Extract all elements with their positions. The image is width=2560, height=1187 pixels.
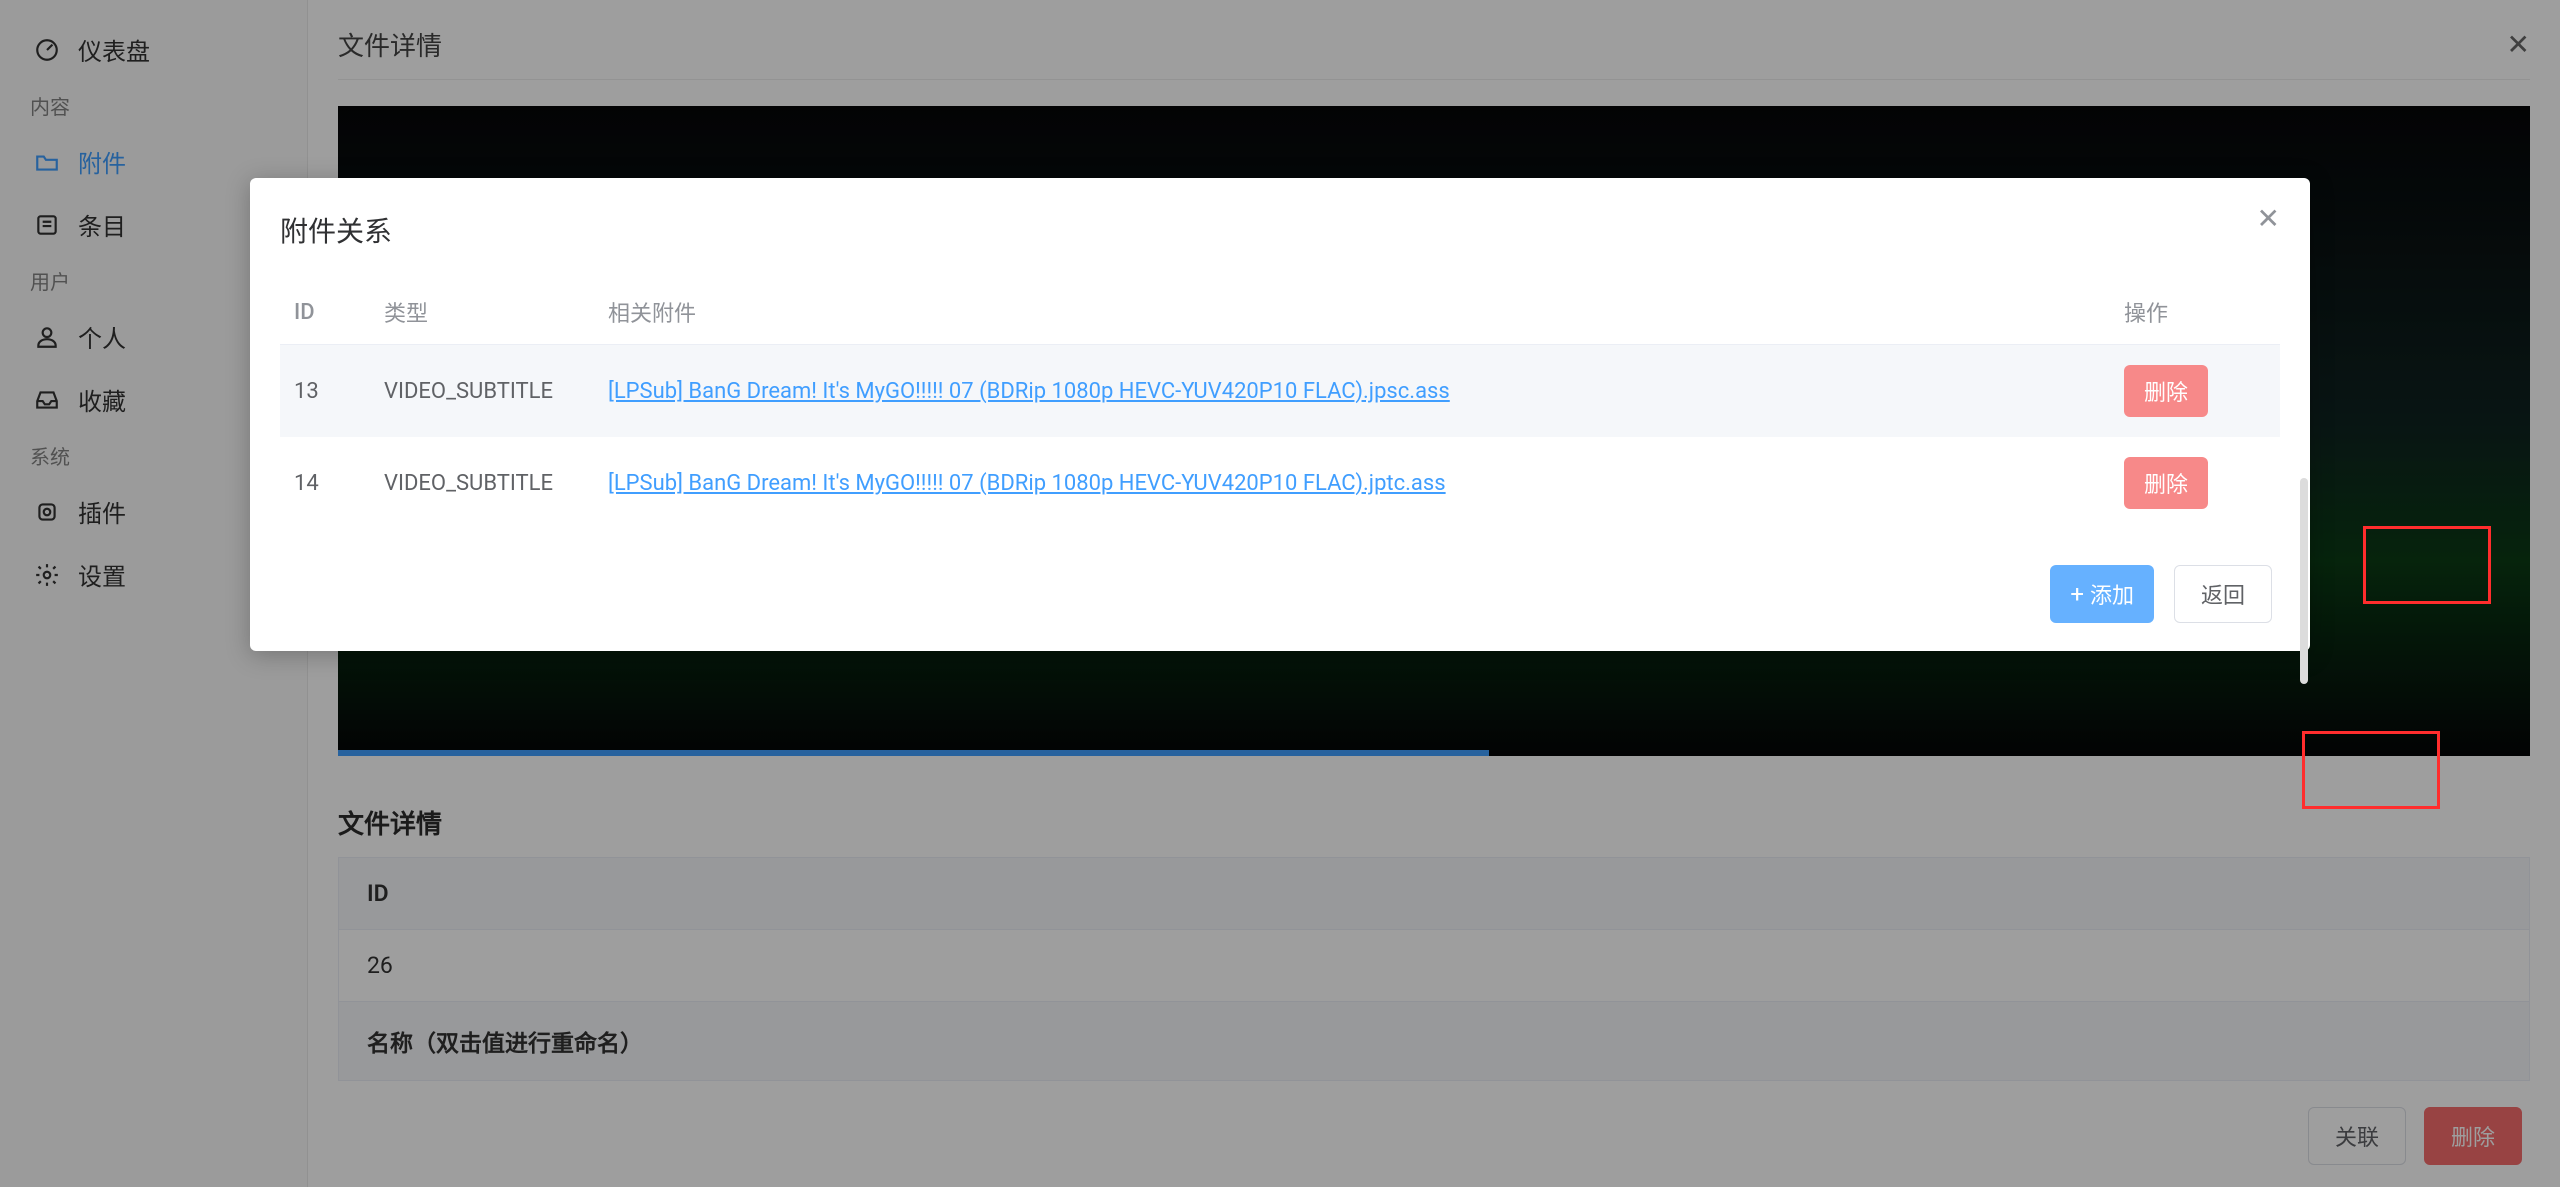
cell-type: VIDEO_SUBTITLE [370, 345, 594, 438]
modal-footer: +添加 返回 [280, 565, 2280, 623]
attachment-link[interactable]: [LPSub] BanG Dream! It's MyGO!!!!! 07 (B… [608, 471, 1446, 496]
table-row: 14 VIDEO_SUBTITLE [LPSub] BanG Dream! It… [280, 437, 2280, 529]
col-action: 操作 [2110, 280, 2280, 345]
col-type: 类型 [370, 280, 594, 345]
cell-action: 删除 [2110, 437, 2280, 529]
cell-type: VIDEO_SUBTITLE [370, 437, 594, 529]
add-button-label: 添加 [2090, 578, 2134, 610]
relations-table: ID 类型 相关附件 操作 13 VIDEO_SUBTITLE [LPSub] … [280, 280, 2280, 529]
row-delete-button[interactable]: 删除 [2124, 457, 2208, 509]
cell-id: 13 [280, 345, 370, 438]
modal-attachment-relations: 附件关系 ✕ ID 类型 相关附件 操作 13 VIDEO_SUBTITLE [… [250, 178, 2310, 651]
cell-id: 14 [280, 437, 370, 529]
modal-title: 附件关系 [280, 210, 2280, 268]
cell-file: [LPSub] BanG Dream! It's MyGO!!!!! 07 (B… [594, 437, 2110, 529]
plus-icon: + [2070, 582, 2084, 606]
cell-file: [LPSub] BanG Dream! It's MyGO!!!!! 07 (B… [594, 345, 2110, 438]
modal-body: ID 类型 相关附件 操作 13 VIDEO_SUBTITLE [LPSub] … [280, 280, 2280, 529]
add-button[interactable]: +添加 [2050, 565, 2154, 623]
attachment-link[interactable]: [LPSub] BanG Dream! It's MyGO!!!!! 07 (B… [608, 379, 1450, 404]
modal-close-icon[interactable]: ✕ [2257, 202, 2280, 235]
cell-action: 删除 [2110, 345, 2280, 438]
table-row: 13 VIDEO_SUBTITLE [LPSub] BanG Dream! It… [280, 345, 2280, 438]
col-related: 相关附件 [594, 280, 2110, 345]
scrollbar[interactable] [2300, 478, 2308, 684]
row-delete-button[interactable]: 删除 [2124, 365, 2208, 417]
col-id: ID [280, 280, 370, 345]
back-button[interactable]: 返回 [2174, 565, 2272, 623]
